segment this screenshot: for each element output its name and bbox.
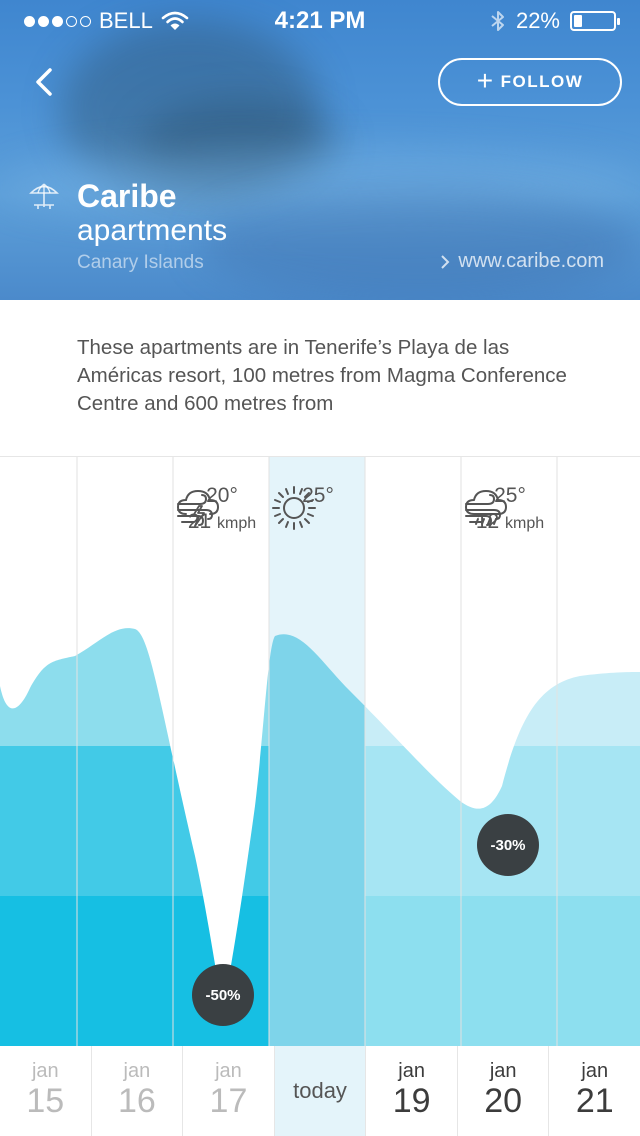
battery-percent: 22%: [515, 8, 560, 33]
plus-icon: +: [476, 64, 495, 96]
hotel-name: Caribe: [77, 178, 177, 214]
battery-icon: [570, 11, 620, 31]
weather-jan-20: 25° 12 kmph: [462, 484, 558, 534]
weather-jan-17: 20° 21 kmph: [174, 484, 270, 534]
sun-icon: [272, 486, 316, 530]
date-jan-21[interactable]: jan 21: [549, 1046, 640, 1136]
hotel-type: apartments: [77, 214, 228, 247]
price-weather-chart: 20° 21 kmph 25° 25° 12 kmph -50% -30%: [0, 456, 640, 1046]
date-selector: jan 15 jan 16 jan 17 today jan 19 jan 20…: [0, 1046, 640, 1136]
discount-badge[interactable]: -30%: [477, 814, 539, 876]
date-jan-17[interactable]: jan 17: [183, 1046, 275, 1136]
weather-today: 25°: [270, 484, 366, 530]
date-jan-19[interactable]: jan 19: [366, 1046, 458, 1136]
hero-header: BELL 4:21 PM 22% + FOLLOW Caribe apartme…: [0, 0, 640, 300]
follow-button[interactable]: + FOLLOW: [438, 58, 622, 106]
back-arrow-icon[interactable]: [26, 62, 66, 102]
hotel-description: These apartments are in Tenerife’s Playa…: [77, 336, 567, 415]
hotel-location: Canary Islands: [77, 252, 204, 273]
date-today[interactable]: today: [274, 1046, 367, 1136]
status-bar: BELL 4:21 PM 22%: [0, 0, 640, 40]
chevron-right-icon: [441, 254, 450, 269]
follow-label: FOLLOW: [500, 72, 584, 91]
date-jan-20[interactable]: jan 20: [458, 1046, 550, 1136]
wind-icon: [177, 494, 214, 526]
bluetooth-icon: [491, 11, 504, 31]
date-jan-16[interactable]: jan 16: [92, 1046, 184, 1136]
beach-umbrella-icon: [29, 183, 59, 209]
wind-icon: [465, 494, 502, 526]
price-chart-svg: [0, 456, 640, 1046]
discount-badge[interactable]: -50%: [192, 964, 254, 1026]
background-sea-blur: [200, 190, 640, 300]
website-url: www.caribe.com: [458, 250, 604, 272]
website-link[interactable]: www.caribe.com: [440, 250, 604, 273]
date-jan-15[interactable]: jan 15: [0, 1046, 92, 1136]
